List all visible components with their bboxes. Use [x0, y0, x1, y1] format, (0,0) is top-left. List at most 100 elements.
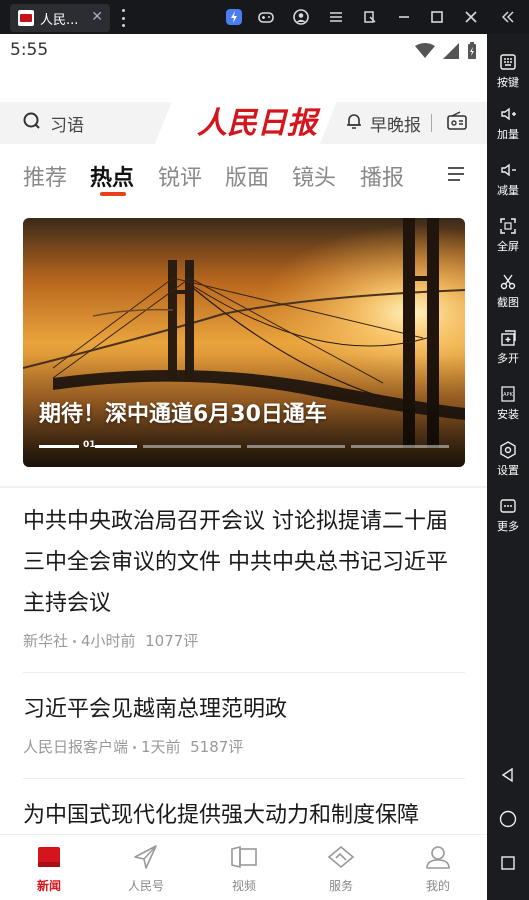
apk-install-icon: APK — [487, 384, 529, 406]
scissors-icon — [487, 272, 529, 294]
sidebar-item-screenshot[interactable]: 截图 — [487, 272, 529, 310]
tab-commentary[interactable]: 锐评 — [158, 160, 202, 192]
tab-close-icon[interactable]: ✕ — [91, 9, 103, 25]
pagination-bars — [39, 445, 449, 448]
news-meta: 人民日报客户端 1天前 5187评 — [23, 736, 465, 757]
app-header: 习语 人民日报 早晚报 — [0, 98, 487, 148]
sidebar-item-settings[interactable]: 设置 — [487, 440, 529, 478]
news-title: 为中国式现代化提供强大动力和制度保障 — [23, 803, 420, 828]
list-item[interactable]: 中共中央政治局召开会议 讨论拟提请二十届三中全会审议的文件 中共中央总书记习近平… — [23, 501, 465, 651]
nav-label: 服务 — [328, 879, 353, 893]
sidebar-item-install[interactable]: APK 安装 — [487, 384, 529, 422]
phone-screen: 5:55 习语 人民日报 早晚报 推荐 热点 锐评 版面 镜头 播报 期待！深中… — [0, 34, 487, 900]
android-back-icon[interactable] — [487, 764, 529, 786]
tab-title: 人民... — [40, 12, 79, 28]
channel-menu-icon[interactable] — [446, 165, 466, 187]
meta-dot — [133, 746, 137, 749]
channel-tabs: 推荐 热点 锐评 版面 镜头 播报 — [0, 154, 487, 204]
app-favicon-icon — [18, 10, 34, 26]
profile-icon — [403, 841, 473, 873]
service-icon — [306, 841, 376, 873]
sidebar-item-fullscreen[interactable]: 全屏 — [487, 216, 529, 254]
nav-label: 新闻 — [36, 879, 61, 893]
list-item[interactable]: 习近平会见越南总理范明政 人民日报客户端 1天前 5187评 — [23, 689, 465, 757]
nav-video[interactable]: 视频 — [209, 841, 279, 894]
collapse-icon[interactable] — [499, 8, 517, 26]
newspaper-icon — [14, 841, 84, 873]
banner-index: 01 — [83, 440, 96, 450]
nav-peoples-account[interactable]: 人民号 — [111, 841, 181, 894]
signal-icon — [443, 43, 459, 63]
header-divider — [431, 114, 432, 132]
sidebar-item-label: 减量 — [497, 184, 519, 197]
search-placeholder: 习语 — [50, 115, 84, 136]
app-tab[interactable]: 人民... ✕ — [10, 4, 110, 32]
news-time: 4小时前 — [81, 632, 136, 650]
maximize-icon[interactable] — [428, 8, 446, 26]
close-icon[interactable] — [462, 8, 480, 26]
active-tab-indicator — [100, 192, 126, 196]
kebab-menu-icon[interactable] — [120, 9, 126, 27]
logo-text: 人民日报 — [197, 106, 321, 141]
sidebar-item-label: 设置 — [497, 464, 519, 477]
item-separator — [23, 672, 465, 673]
morning-evening-report-button[interactable]: 早晚报 — [320, 102, 487, 144]
minimize-icon[interactable] — [395, 8, 413, 26]
news-meta: 新华社 4小时前 1077评 — [23, 630, 465, 651]
sidebar-item-label: 截图 — [497, 296, 519, 309]
sidebar-item-keymap[interactable]: 按键 — [487, 52, 529, 90]
emulator-sidebar: 按键 加量 减量 全屏 截图 多开 APK 安装 设置 更多 — [487, 34, 529, 900]
tab-hot[interactable]: 热点 — [90, 160, 134, 192]
sidebar-item-volume-down[interactable]: 减量 — [487, 160, 529, 198]
banner-pagination[interactable]: 01 — [39, 440, 449, 452]
fullscreen-icon — [487, 216, 529, 238]
battery-icon — [467, 42, 477, 64]
list-item[interactable]: 为中国式现代化提供强大动力和制度保障 — [23, 795, 465, 836]
news-title: 习近平会见越南总理范明政 — [23, 697, 288, 722]
account-icon[interactable] — [292, 8, 310, 26]
nav-label: 我的 — [425, 879, 450, 893]
banner-caption: 期待！深中通道6月30日通车 — [39, 402, 327, 427]
nav-profile[interactable]: 我的 — [403, 841, 473, 894]
android-home-icon[interactable] — [487, 808, 529, 830]
more-icon — [487, 496, 529, 518]
tab-recommend[interactable]: 推荐 — [23, 160, 67, 192]
svg-text:APK: APK — [503, 392, 513, 398]
video-icon — [209, 841, 279, 873]
menu-icon[interactable] — [327, 8, 345, 26]
status-icons — [415, 42, 477, 64]
morning-evening-label: 早晚报 — [370, 115, 421, 136]
android-recents-icon[interactable] — [487, 852, 529, 874]
settings-icon — [487, 440, 529, 462]
emulator-titlebar: 人民... ✕ — [0, 0, 529, 34]
news-comments: 5187评 — [190, 738, 244, 756]
item-separator — [23, 778, 465, 779]
nav-label: 人民号 — [127, 879, 164, 893]
bolt-icon[interactable] — [225, 8, 243, 26]
radio-icon[interactable] — [446, 111, 468, 135]
sidebar-item-label: 多开 — [497, 352, 519, 365]
gamepad-icon[interactable] — [257, 8, 275, 26]
tab-broadcast[interactable]: 播报 — [360, 160, 404, 192]
keyboard-icon — [487, 52, 529, 74]
tab-layout[interactable]: 版面 — [225, 160, 269, 192]
sidebar-item-label: 全屏 — [497, 240, 519, 253]
sidebar-item-volume-up[interactable]: 加量 — [487, 104, 529, 142]
search-box[interactable]: 习语 — [0, 102, 172, 144]
featured-banner[interactable]: 期待！深中通道6月30日通车 01 — [23, 218, 465, 467]
send-icon — [111, 841, 181, 873]
sidebar-item-label: 按键 — [497, 76, 519, 89]
sidebar-item-label: 加量 — [497, 128, 519, 141]
sidebar-item-multi-instance[interactable]: 多开 — [487, 328, 529, 366]
news-comments: 1077评 — [145, 632, 199, 650]
nav-service[interactable]: 服务 — [306, 841, 376, 894]
screen-rotate-icon[interactable] — [361, 8, 379, 26]
status-bar: 5:55 — [0, 34, 487, 68]
tab-lens[interactable]: 镜头 — [292, 160, 336, 192]
peoples-daily-logo: 人民日报 — [192, 100, 322, 144]
sidebar-item-more[interactable]: 更多 — [487, 496, 529, 534]
news-title: 中共中央政治局召开会议 讨论拟提请二十届三中全会审议的文件 中共中央总书记习近平… — [23, 509, 448, 616]
sidebar-item-label: 安装 — [497, 408, 519, 421]
search-icon — [22, 111, 42, 135]
nav-news[interactable]: 新闻 — [14, 841, 84, 894]
